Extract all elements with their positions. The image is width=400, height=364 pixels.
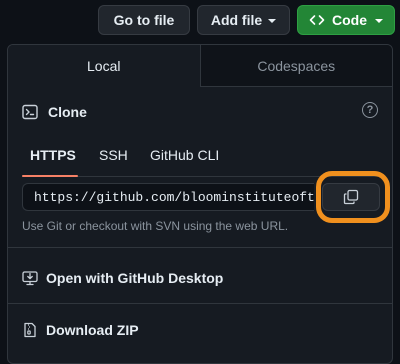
clone-hint: Use Git or checkout with SVN using the w…	[22, 219, 289, 233]
clone-title: Clone	[48, 104, 87, 120]
download-zip-label: Download ZIP	[46, 322, 139, 338]
tab-github-cli[interactable]: GitHub CLI	[150, 141, 219, 169]
terminal-icon	[22, 104, 38, 120]
code-label: Code	[332, 12, 367, 28]
add-file-button[interactable]: Add file	[197, 5, 290, 35]
divider	[8, 303, 392, 304]
code-brackets-icon	[309, 12, 325, 28]
tab-ssh-label: SSH	[99, 147, 128, 163]
tab-local[interactable]: Local	[8, 45, 201, 87]
tab-codespaces-label: Codespaces	[257, 57, 336, 74]
tab-ssh[interactable]: SSH	[99, 141, 128, 169]
clone-url-text: https://github.com/bloominstituteoftechn…	[34, 189, 314, 205]
caret-down-icon	[268, 19, 277, 23]
tab-https-label: HTTPS	[30, 147, 76, 163]
tab-github-cli-label: GitHub CLI	[150, 147, 220, 163]
clone-header: Clone	[22, 101, 87, 123]
open-with-desktop-button[interactable]: Open with GitHub Desktop	[22, 266, 223, 290]
open-with-desktop-label: Open with GitHub Desktop	[46, 270, 224, 286]
download-zip-button[interactable]: Download ZIP	[22, 318, 139, 342]
desktop-download-icon	[22, 270, 38, 286]
divider	[8, 247, 392, 248]
tab-codespaces[interactable]: Codespaces	[200, 45, 392, 87]
annotation-highlight-circle	[316, 171, 390, 223]
tab-https[interactable]: HTTPS	[30, 141, 76, 169]
repo-toolbar: Go to file Add file Code	[0, 0, 400, 42]
question-icon[interactable]: ?	[362, 102, 378, 118]
go-to-file-label: Go to file	[113, 12, 175, 28]
clone-url-field[interactable]: https://github.com/bloominstituteoftechn…	[22, 183, 314, 211]
caret-down-icon	[375, 19, 383, 23]
add-file-label: Add file	[210, 12, 263, 28]
code-button[interactable]: Code	[297, 5, 395, 35]
active-protocol-underline	[22, 175, 78, 177]
go-to-file-button[interactable]: Go to file	[98, 5, 190, 35]
file-zip-icon	[22, 322, 38, 338]
tab-local-label: Local	[87, 58, 121, 74]
clone-dropdown: Local Codespaces Clone ? HTTPS SSH GitHu…	[7, 44, 393, 364]
clone-tabs: Local Codespaces	[8, 45, 392, 87]
